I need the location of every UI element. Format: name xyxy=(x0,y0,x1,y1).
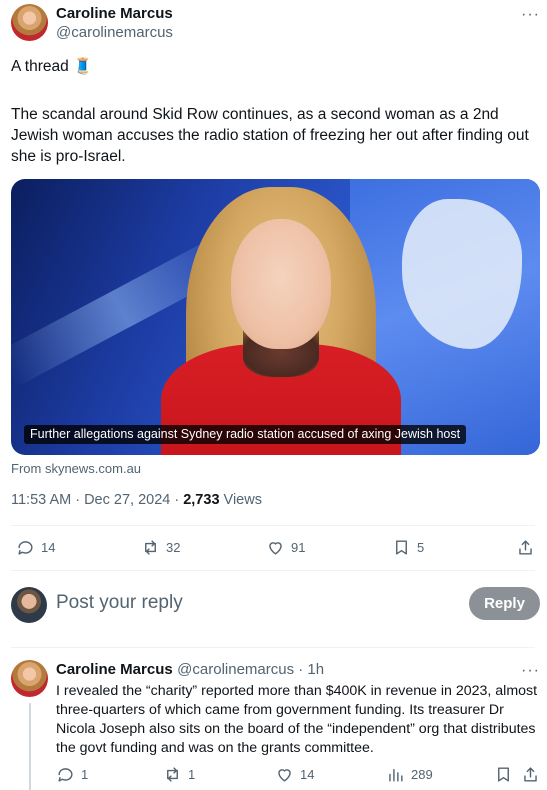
repost-count: 32 xyxy=(166,540,181,555)
reply-button[interactable]: Reply xyxy=(469,587,540,620)
reply-author-meta[interactable]: @carolinemarcus · 1h xyxy=(177,661,324,678)
tweet-thread-label: A thread 🧵 xyxy=(11,58,93,75)
reply-more-options-icon[interactable]: ··· xyxy=(521,663,540,679)
repost-icon xyxy=(167,767,178,782)
reply-views-count: 289 xyxy=(411,767,433,782)
tweet-media[interactable]: Further allegations against Sydney radio… xyxy=(11,179,540,455)
reply-action[interactable]: 14 xyxy=(16,538,55,557)
reply-repost-action[interactable]: 1 xyxy=(163,765,195,784)
user-avatar[interactable] xyxy=(11,587,47,623)
reply-header: Caroline Marcus @carolinemarcus · 1h xyxy=(56,661,324,679)
heart-icon xyxy=(269,542,282,555)
media-caption[interactable]: Further allegations against Sydney radio… xyxy=(24,425,467,444)
divider xyxy=(11,525,535,526)
bookmark-icon xyxy=(498,767,509,782)
share-action[interactable] xyxy=(516,538,535,557)
reply-input[interactable]: Post your reply xyxy=(56,592,183,614)
reply-share-action[interactable] xyxy=(521,765,540,784)
like-action[interactable]: 91 xyxy=(266,538,305,557)
thread-connector xyxy=(29,703,31,790)
link-source[interactable]: From skynews.com.au xyxy=(11,461,141,476)
reply-author-avatar[interactable] xyxy=(11,660,48,697)
repost-icon xyxy=(145,540,156,555)
reply-like-count: 14 xyxy=(300,767,315,782)
tweet-timestamp[interactable]: 11:53 AM · Dec 27, 2024 · 2,733 Views xyxy=(11,492,262,508)
reply-body: I revealed the “charity” reported more t… xyxy=(56,683,538,756)
reply-views-action[interactable]: 289 xyxy=(386,765,433,784)
repost-action[interactable]: 32 xyxy=(141,538,180,557)
reply-icon xyxy=(18,541,33,555)
reply-repost-count: 1 xyxy=(188,767,196,782)
author-handle[interactable]: @carolinemarcus xyxy=(56,24,173,41)
reply-reply-count: 1 xyxy=(81,767,89,782)
views-count: 2,733 xyxy=(183,492,220,508)
reply-count: 14 xyxy=(41,540,56,555)
media-presenter-face xyxy=(231,219,331,349)
analytics-icon xyxy=(389,769,403,782)
share-icon xyxy=(524,767,537,782)
bookmark-action[interactable]: 5 xyxy=(392,538,424,557)
author-avatar[interactable] xyxy=(11,4,48,41)
bookmark-count: 5 xyxy=(417,540,425,555)
like-count: 91 xyxy=(291,540,306,555)
heart-icon xyxy=(278,769,291,782)
tweet-time[interactable]: 11:53 AM · Dec 27, 2024 · xyxy=(11,492,183,508)
more-options-icon[interactable]: ··· xyxy=(521,7,540,23)
tweet-body: The scandal around Skid Row continues, a… xyxy=(11,106,529,165)
divider xyxy=(11,647,535,648)
reply-bookmark-action[interactable] xyxy=(494,765,513,784)
divider xyxy=(11,570,535,571)
author-name[interactable]: Caroline Marcus xyxy=(56,5,173,22)
reply-author-name[interactable]: Caroline Marcus xyxy=(56,661,173,678)
reply-icon xyxy=(58,768,73,782)
views-label: Views xyxy=(219,492,262,508)
share-icon xyxy=(519,540,532,555)
bookmark-icon xyxy=(396,540,407,555)
reply-like-action[interactable]: 14 xyxy=(275,765,314,784)
reply-reply-action[interactable]: 1 xyxy=(56,765,88,784)
